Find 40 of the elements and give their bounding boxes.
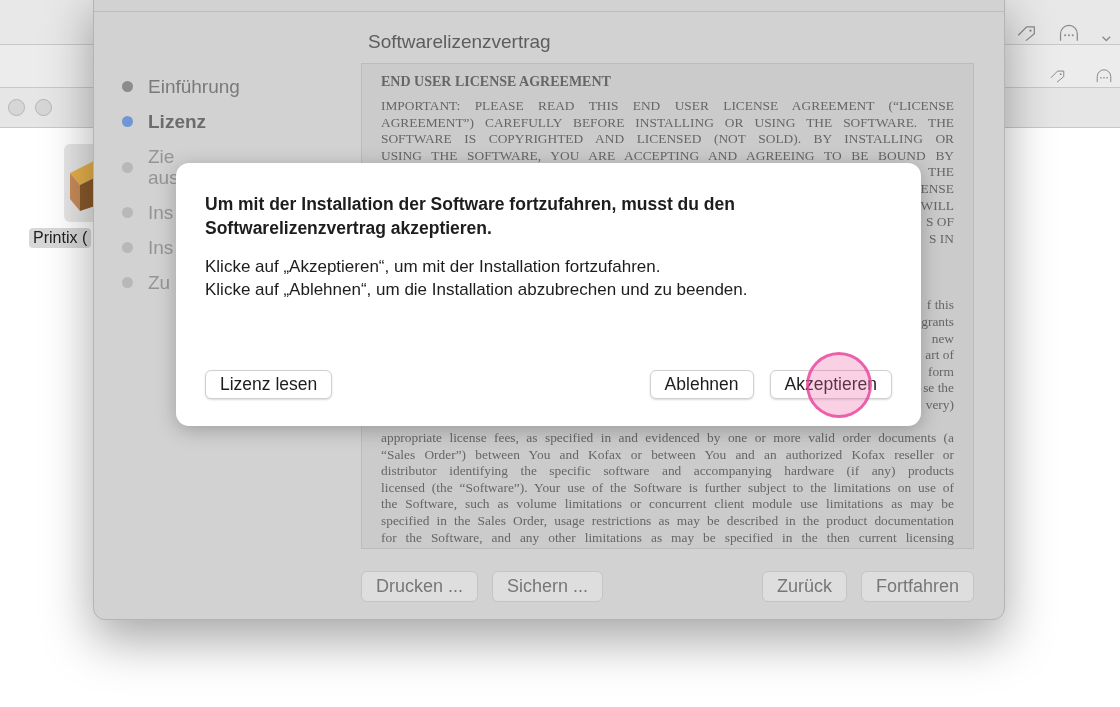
license-text-line: S OF: [926, 214, 954, 231]
step-label: Ins: [148, 202, 174, 223]
license-text-line: form: [927, 363, 954, 381]
license-text-line: licensed (the “Software”). Your use of the Software is further subject to the limitations on use of: [381, 479, 954, 497]
license-text-line: for the Software, and any other limitations as may be specified in the then current licensing: [381, 529, 954, 547]
page-heading: Softwarelizenzvertrag: [368, 31, 552, 53]
more-icon[interactable]: [1059, 22, 1080, 44]
license-title: END USER LICENSE AGREEMENT: [381, 74, 612, 90]
license-text-line: THE: [927, 164, 954, 181]
license-text-line: specified in the Sales Order, usage restrictions as may be described in the product documentation: [381, 513, 954, 530]
window-button[interactable]: [35, 99, 52, 116]
license-text-line: SOFTWARE IS COPYRIGHTED AND LICENSED (NOT SOLD). BY INSTALLING OR: [381, 131, 954, 148]
dialog-message: Klicke auf „Akzeptieren“, um mit der Installation fortzufahren.: [205, 256, 662, 278]
license-text-line: grants: [921, 313, 954, 331]
license-text-line: AGREEMENT”) CAREFULLY BEFORE INSTALLING OR USING THE SOFTWARE. THE: [381, 114, 954, 132]
license-text-line: very): [925, 396, 954, 414]
license-text-line: appropriate license fees, as specified in and evidenced by one or more valid order documents (a: [381, 430, 954, 447]
step-label: Zu: [148, 272, 171, 293]
step-label: Lizenz: [148, 111, 207, 132]
read-license-button[interactable]: Lizenz lesen: [205, 370, 333, 399]
file-label[interactable]: Printix (: [29, 228, 92, 248]
license-text-line: new: [931, 330, 954, 348]
license-text-line: “Sales Order”) between You and Kofax or between You and an authorized Kofax reseller or: [381, 446, 954, 464]
license-text-line: USING THE SOFTWARE, YOU ARE ACCEPTING AND AGREEING TO BE BOUND BY: [381, 147, 954, 165]
license-text-line: IMPORTANT: PLEASE READ THIS END USER LICENSE AGREEMENT (“LICENSE: [381, 98, 954, 115]
license-text-line: S IN: [929, 230, 954, 248]
window-button[interactable]: [8, 99, 25, 116]
license-text-line: WILL: [920, 197, 954, 215]
dialog-button[interactable]: Ablehnen: [649, 370, 754, 399]
step-label: Einführung: [148, 76, 240, 97]
license-text-line: the Software, such as volume limitations or concurrent client module use limitations as may be: [381, 496, 954, 514]
license-text-line: art of: [925, 347, 954, 364]
license-text-line: se the: [923, 380, 954, 397]
step-label: Ins: [148, 237, 174, 258]
dialog-title: Um mit der Installation der Software fortzufahren, musst du den Softwarelizenzvertrag akzeptieren.: [205, 193, 736, 240]
license-text-line: ENSE: [920, 180, 954, 198]
license-text-line: f this: [926, 297, 954, 314]
chevron-down-icon[interactable]: [1101, 34, 1112, 44]
dialog-message: Klicke auf „Ablehnen“, um die Installation abzubrechen und zu beenden.: [205, 279, 749, 301]
license-text-line: distributor identifying the specific software and accompanying hardware (if any) products: [381, 463, 954, 480]
